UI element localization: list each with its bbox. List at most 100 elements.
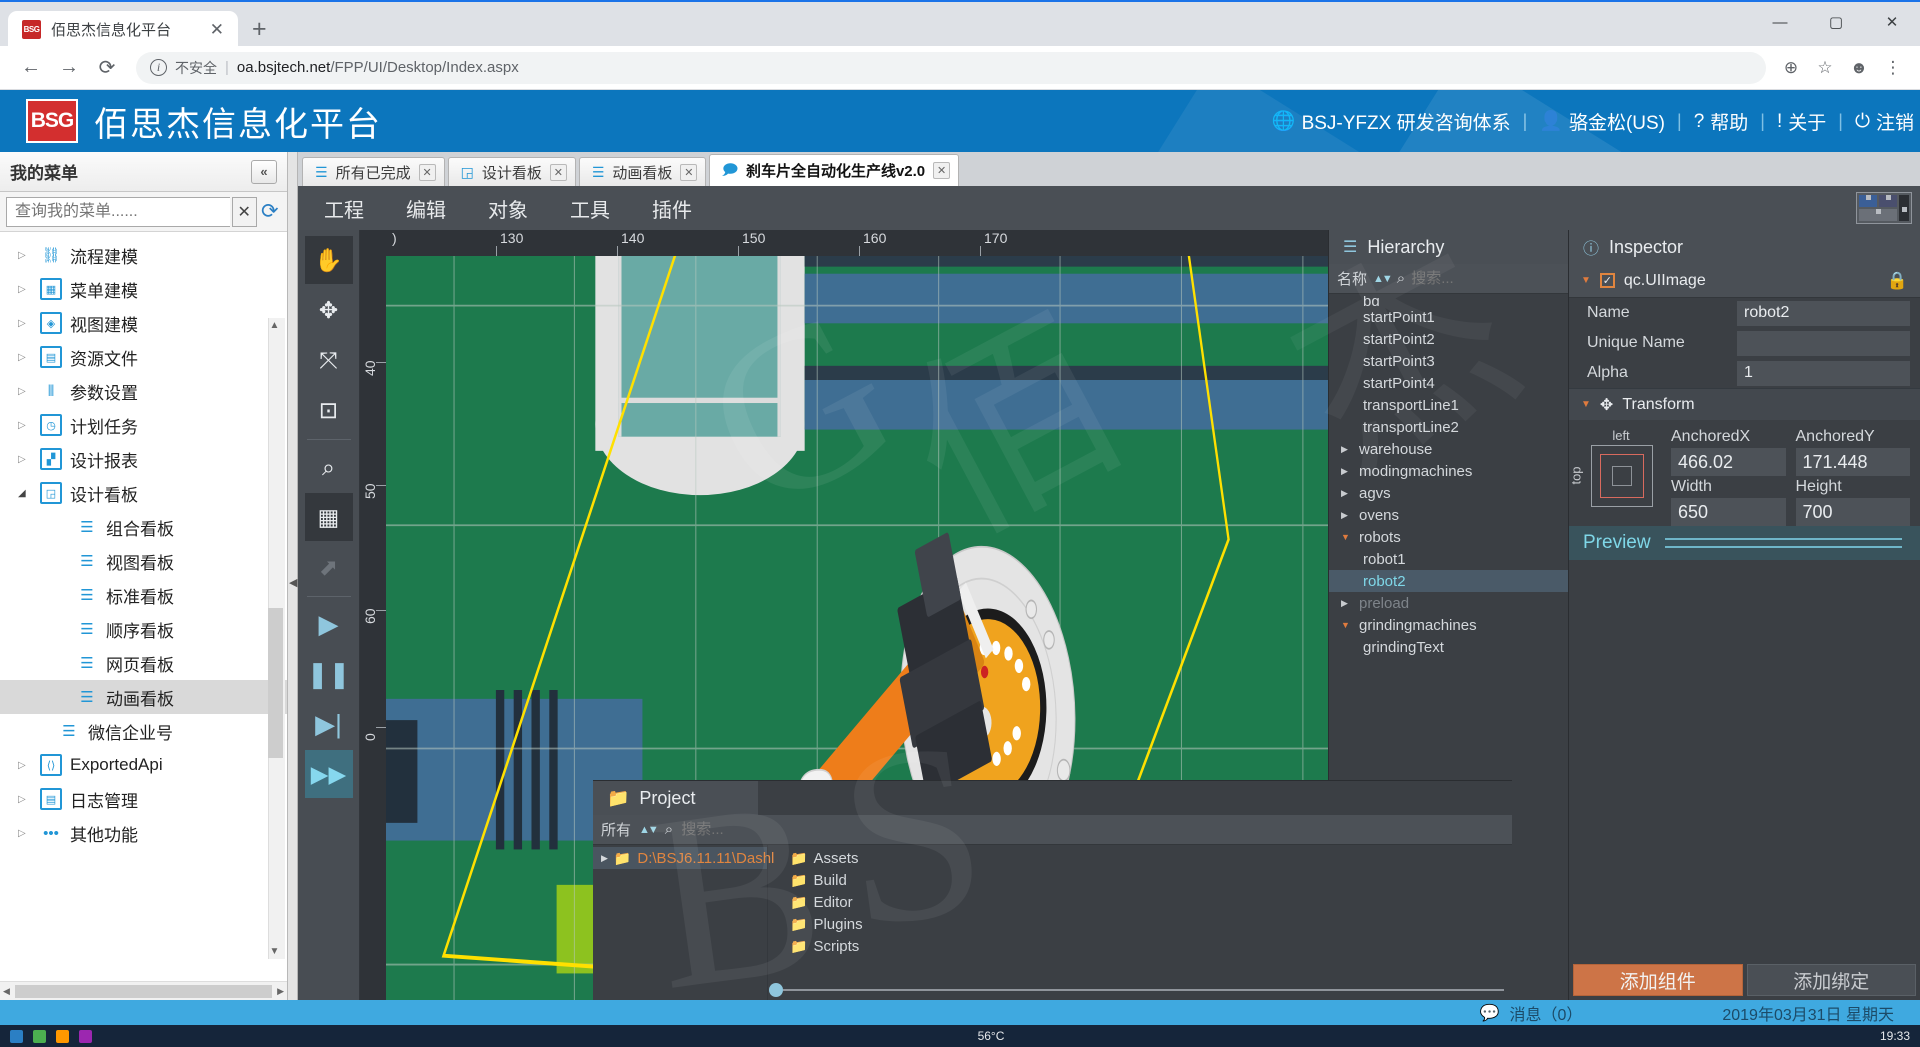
- taskbar-app-2[interactable]: [56, 1029, 69, 1043]
- message-label[interactable]: 消息（0）: [1509, 1001, 1582, 1025]
- sidebar-item-7[interactable]: ◢ ◲ 设计看板: [0, 476, 287, 510]
- hierarchy-item-transportLine1[interactable]: transportLine1: [1329, 394, 1568, 416]
- sidebar-item-10[interactable]: ☰ 标准看板: [0, 578, 287, 612]
- collapsed-arrow-icon[interactable]: ▷: [18, 454, 32, 465]
- hierarchy-item-robot1[interactable]: robot1: [1329, 548, 1568, 570]
- component-header[interactable]: ▼ ✓ qc.UIImage 🔒: [1569, 264, 1920, 298]
- profile-icon[interactable]: ☻: [1844, 53, 1874, 83]
- vertical-ruler[interactable]: 40 50 60 0: [360, 256, 386, 1000]
- sidebar-item-8[interactable]: ☰ 组合看板: [0, 510, 287, 544]
- name-field[interactable]: robot2: [1737, 300, 1910, 326]
- unique-name-field[interactable]: [1737, 330, 1910, 356]
- scroll-down-arrow[interactable]: ▼: [267, 946, 282, 957]
- about-button[interactable]: ! 关于: [1777, 108, 1826, 135]
- inspector-tab[interactable]: ⓘ Inspector: [1569, 230, 1920, 264]
- width-input[interactable]: 650: [1671, 498, 1786, 526]
- address-bar[interactable]: i 不安全 | oa.bsjtech.net/FPP/UI/Desktop/In…: [136, 51, 1766, 84]
- fast-forward-button[interactable]: ▶▶: [304, 750, 353, 798]
- scale-tool[interactable]: ⤧: [305, 336, 353, 384]
- collapsed-arrow-icon[interactable]: ▷: [18, 352, 32, 363]
- collapsed-arrow-icon[interactable]: ▷: [18, 318, 32, 329]
- hierarchy-search-input[interactable]: [1411, 270, 1542, 287]
- start-button[interactable]: [10, 1029, 23, 1043]
- back-button[interactable]: ←: [12, 49, 50, 87]
- sidebar-item-3[interactable]: ▷ ▤ 资源文件: [0, 340, 287, 374]
- hierarchy-item-agvs[interactable]: ▶ agvs: [1329, 482, 1568, 504]
- hierarchy-item-startPoint3[interactable]: startPoint3: [1329, 350, 1568, 372]
- project-zoom-slider[interactable]: [768, 983, 1512, 997]
- refresh-icon[interactable]: ⟳: [259, 199, 282, 224]
- sidebar-item-6[interactable]: ▷ ▞ 设计报表: [0, 442, 287, 476]
- panel-splitter[interactable]: ◀: [288, 152, 298, 1000]
- close-tab-icon[interactable]: ✕: [418, 163, 436, 181]
- editor-tab-2[interactable]: ☰ 动画看板 ✕: [578, 157, 707, 186]
- bookmark-star-icon[interactable]: ☆: [1810, 53, 1840, 83]
- hscroll-right-arrow[interactable]: ▶: [274, 986, 287, 997]
- hierarchy-item-grindingmachines[interactable]: ▼ grindingmachines: [1329, 614, 1568, 636]
- taskbar-app-1[interactable]: [33, 1029, 46, 1043]
- zoom-icon[interactable]: ⊕: [1776, 53, 1806, 83]
- alpha-field[interactable]: 1: [1737, 360, 1910, 386]
- project-folder-Editor[interactable]: 📁 Editor: [768, 891, 1512, 913]
- close-tab-icon[interactable]: ✕: [680, 163, 698, 181]
- expanded-arrow-icon[interactable]: ▼: [1341, 620, 1353, 630]
- menu-plugins[interactable]: 插件: [652, 194, 692, 223]
- expanded-arrow-icon[interactable]: ◢: [18, 488, 32, 499]
- project-root-row[interactable]: ▶ 📁 D:\BSJ6.11.11\Dashl: [593, 847, 774, 869]
- collapsed-arrow-icon[interactable]: ▷: [18, 828, 32, 839]
- sidebar-item-16[interactable]: ▷ ▤ 日志管理: [0, 782, 287, 816]
- hierarchy-item-robot2[interactable]: robot2: [1329, 570, 1568, 592]
- hierarchy-item-startPoint1[interactable]: startPoint1: [1329, 306, 1568, 328]
- collapsed-arrow-icon[interactable]: ▶: [1341, 444, 1353, 455]
- collapsed-arrow-icon[interactable]: ▶: [1341, 598, 1353, 609]
- add-binding-button[interactable]: 添加绑定: [1746, 964, 1916, 996]
- collapsed-arrow-icon[interactable]: ▶: [1341, 510, 1353, 521]
- editor-tab-0[interactable]: ☰ 所有已完成 ✕: [302, 157, 445, 186]
- zoom-tool[interactable]: ⌕: [305, 443, 353, 491]
- expanded-arrow-icon[interactable]: ▼: [1341, 532, 1353, 542]
- expand-arrow-icon[interactable]: ▶: [601, 853, 608, 864]
- step-button[interactable]: ▶|: [305, 700, 353, 748]
- sidebar-item-4[interactable]: ▷ ⫴ 参数设置: [0, 374, 287, 408]
- anchored-y-input[interactable]: 171.448: [1795, 448, 1910, 476]
- hierarchy-item-transportLine2[interactable]: transportLine2: [1329, 416, 1568, 438]
- browser-tab[interactable]: BSG 佰思杰信息化平台 ✕: [8, 11, 238, 48]
- hierarchy-tab[interactable]: ☰ Hierarchy: [1329, 230, 1568, 264]
- menu-hscrollbar[interactable]: ◀ ▶: [0, 981, 287, 1000]
- anchored-x-input[interactable]: 466.02: [1671, 448, 1786, 476]
- collapsed-arrow-icon[interactable]: ▷: [18, 794, 32, 805]
- maximize-button[interactable]: ▢: [1808, 2, 1864, 42]
- menu-scroll-thumb[interactable]: [268, 608, 283, 758]
- collapsed-arrow-icon[interactable]: ▷: [18, 250, 32, 261]
- sidebar-item-17[interactable]: ▷ ••• 其他功能: [0, 816, 287, 850]
- hierarchy-item-ovens[interactable]: ▶ ovens: [1329, 504, 1568, 526]
- collapsed-arrow-icon[interactable]: ▷: [18, 760, 32, 771]
- minimize-button[interactable]: —: [1752, 2, 1808, 42]
- hierarchy-item-preload[interactable]: ▶ preload: [1329, 592, 1568, 614]
- hscroll-thumb[interactable]: [14, 984, 273, 998]
- menu-project[interactable]: 工程: [324, 194, 364, 223]
- hscroll-left-arrow[interactable]: ◀: [0, 986, 13, 997]
- close-tab-icon[interactable]: ✕: [933, 162, 951, 179]
- hierarchy-item-grindingText[interactable]: grindingText: [1329, 636, 1568, 658]
- help-button[interactable]: ? 帮助: [1694, 108, 1749, 135]
- browser-menu-icon[interactable]: ⋮: [1878, 53, 1908, 83]
- collapsed-arrow-icon[interactable]: ▶: [1341, 488, 1353, 499]
- reload-button[interactable]: ⟳: [88, 49, 126, 87]
- layout-switcher-button[interactable]: [1856, 192, 1912, 224]
- sidebar-item-2[interactable]: ▷ ◈ 视图建模: [0, 306, 287, 340]
- project-folder-Scripts[interactable]: 📁 Scripts: [768, 935, 1512, 957]
- project-filter-label[interactable]: 所有: [601, 819, 631, 840]
- zoom-slider-knob[interactable]: [769, 983, 783, 997]
- zoom-slider-track[interactable]: [783, 989, 1504, 991]
- collapse-sidebar-button[interactable]: «: [251, 159, 277, 184]
- horizontal-ruler[interactable]: ) 130 140 150 160 170: [386, 230, 1328, 256]
- project-search-input[interactable]: [681, 821, 881, 838]
- logout-button[interactable]: ⏻ 注销: [1855, 108, 1914, 135]
- hierarchy-item-startPoint4[interactable]: startPoint4: [1329, 372, 1568, 394]
- sidebar-item-5[interactable]: ▷ ◷ 计划任务: [0, 408, 287, 442]
- rect-tool[interactable]: ⊡: [305, 386, 353, 434]
- sidebar-item-9[interactable]: ☰ 视图看板: [0, 544, 287, 578]
- menu-object[interactable]: 对象: [488, 194, 528, 223]
- grid-tool[interactable]: ▦: [304, 493, 353, 541]
